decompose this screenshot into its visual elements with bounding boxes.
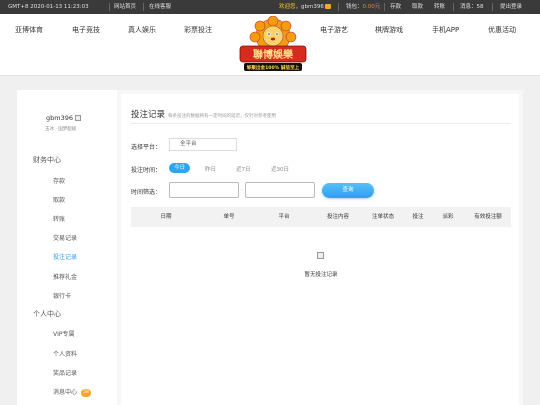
page-title-text: 投注记录 bbox=[131, 110, 166, 120]
top-bar: GMT+8 2020-01-13 11:23:03 网站首页 在线客服 欢迎您，… bbox=[0, 0, 540, 14]
main-content: 投注记录 每条投注的数据将有一定时间的延迟，仅针对参考使用 选择平台： 全平台 投… bbox=[117, 90, 523, 405]
divider bbox=[143, 3, 144, 11]
deposit-link[interactable]: 存款 bbox=[390, 0, 401, 14]
column-header: 派彩 bbox=[442, 214, 454, 220]
home-link[interactable]: 网站首页 bbox=[114, 0, 136, 14]
messages-link[interactable]: 消息：58 bbox=[460, 0, 484, 14]
sidebar-item-vip[interactable]: VIP专属 bbox=[53, 329, 75, 338]
period-yesterday[interactable]: 昨日 bbox=[205, 165, 216, 173]
divider bbox=[492, 3, 493, 11]
sidebar-username: gbm396 bbox=[46, 114, 81, 122]
divider bbox=[109, 3, 110, 11]
time-filter-label: 时间筛选： bbox=[131, 189, 162, 196]
nav-item-live-casino[interactable]: 真人娱乐 bbox=[128, 25, 156, 35]
column-header: 单号 bbox=[223, 214, 235, 220]
messages-label: 消息中心 bbox=[53, 389, 78, 396]
sidebar-item-transfer[interactable]: 转账 bbox=[53, 214, 65, 223]
table-header: 日期 单号 平台 投注内容 注单状态 投注 派彩 有效投注额 bbox=[131, 207, 511, 227]
sidebar-item-deposit[interactable]: 存款 bbox=[53, 176, 65, 185]
page-subtitle: 每条投注的数据将有一定时间的延迟，仅针对参考使用 bbox=[168, 114, 277, 119]
divider bbox=[338, 3, 339, 11]
nav-item-slots[interactable]: 电子游艺 bbox=[320, 25, 348, 35]
date-separator: - bbox=[241, 187, 243, 193]
site-logo[interactable]: 聯博娛樂 够聚出金100% 誠信至上 bbox=[238, 15, 308, 74]
username-text: gbm396 bbox=[46, 114, 73, 122]
main-nav: 亚博体育 电子竞技 真人娱乐 彩票投注 聯博娛樂 够聚出金100% 誠信至上 电… bbox=[0, 14, 540, 76]
nav-item-mobile-app[interactable]: 手机APP bbox=[432, 25, 459, 35]
bet-time-label: 投注时间： bbox=[131, 167, 162, 174]
sidebar-item-transactions[interactable]: 交易记录 bbox=[53, 233, 77, 242]
wallet-label: 钱包： bbox=[346, 4, 363, 10]
divider bbox=[131, 123, 511, 124]
page-title: 投注记录 每条投注的数据将有一定时间的延迟，仅针对参考使用 bbox=[131, 108, 276, 120]
transfer-link[interactable]: 转账 bbox=[434, 0, 445, 14]
empty-state-text: 暂无投注记录 bbox=[304, 272, 338, 278]
divider bbox=[384, 3, 385, 11]
nav-item-esports[interactable]: 电子竞技 bbox=[72, 25, 100, 35]
finance-center-heading: 财务中心 bbox=[33, 156, 61, 164]
period-30-days[interactable]: 近30日 bbox=[271, 165, 289, 173]
platform-select[interactable]: 全平台 bbox=[169, 138, 237, 151]
divider bbox=[453, 3, 454, 11]
personal-center-heading: 个人中心 bbox=[33, 310, 61, 318]
period-7-days[interactable]: 近7日 bbox=[236, 165, 251, 173]
vip-heart-icon bbox=[324, 4, 331, 9]
sidebar-item-referral-bonus[interactable]: 推荐礼金 bbox=[53, 272, 77, 281]
nav-item-lottery[interactable]: 彩票投注 bbox=[184, 25, 212, 35]
user-sidebar: gbm396 玉冰 · 国梦超级 财务中心 存款 取款 转账 交易记录 投注记录… bbox=[17, 90, 117, 405]
message-count-badge: 58 bbox=[81, 388, 92, 397]
logo-slogan: 够聚出金100% 誠信至上 bbox=[247, 64, 300, 71]
broken-image-icon bbox=[317, 252, 324, 259]
sidebar-item-prize-records[interactable]: 奖品记录 bbox=[53, 368, 77, 377]
broken-image-icon bbox=[75, 115, 81, 121]
welcome-text: 欢迎您，gbm396 bbox=[279, 0, 331, 14]
column-header: 注单状态 bbox=[371, 214, 395, 220]
withdraw-link[interactable]: 取款 bbox=[412, 0, 423, 14]
end-date-input[interactable] bbox=[245, 182, 315, 198]
user-level: 玉冰 · 国梦超级 bbox=[45, 127, 77, 132]
sidebar-item-bet-records[interactable]: 投注记录 bbox=[53, 252, 77, 261]
column-header: 有效投注额 bbox=[474, 214, 502, 220]
sidebar-item-profile[interactable]: 个人资料 bbox=[53, 349, 77, 358]
wallet-display: 钱包：0.00元 bbox=[346, 0, 380, 14]
start-date-input[interactable] bbox=[169, 182, 239, 198]
nav-item-sports[interactable]: 亚博体育 bbox=[15, 25, 43, 35]
customer-service-link[interactable]: 在线客服 bbox=[149, 0, 171, 14]
logo-text: 聯博娛樂 bbox=[253, 48, 294, 61]
wallet-value: 0.00元 bbox=[362, 4, 381, 10]
column-header: 平台 bbox=[278, 214, 290, 220]
nav-item-card-games[interactable]: 棋牌游戏 bbox=[375, 25, 403, 35]
sidebar-item-bank-cards[interactable]: 银行卡 bbox=[53, 291, 71, 300]
lion-logo-icon: 聯博娛樂 够聚出金100% 誠信至上 bbox=[239, 15, 307, 71]
platform-label: 选择平台： bbox=[131, 144, 162, 151]
nav-item-promotions[interactable]: 优惠活动 bbox=[488, 25, 516, 35]
bet-records-panel: 投注记录 每条投注的数据将有一定时间的延迟，仅针对参考使用 选择平台： 全平台 投… bbox=[121, 94, 519, 405]
column-header: 投注内容 bbox=[326, 214, 350, 220]
sidebar-item-messages[interactable]: 消息中心 58 bbox=[53, 387, 92, 397]
column-header: 日期 bbox=[160, 214, 172, 220]
welcome-prefix: 欢迎您， bbox=[279, 4, 302, 10]
query-button[interactable]: 查询 bbox=[322, 183, 374, 198]
clock-display: GMT+8 2020-01-13 11:23:03 bbox=[8, 4, 89, 10]
topbar-username[interactable]: gbm396 bbox=[301, 4, 324, 10]
column-header: 投注 bbox=[412, 214, 424, 220]
logout-link[interactable]: 提出登录 bbox=[500, 0, 522, 14]
sidebar-item-withdraw[interactable]: 取款 bbox=[53, 195, 65, 204]
period-today[interactable]: 今日 bbox=[169, 163, 191, 173]
